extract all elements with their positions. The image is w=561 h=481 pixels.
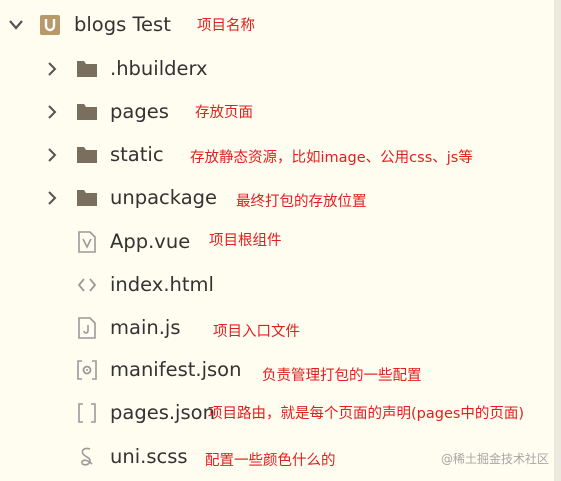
chevron-right-icon[interactable]	[46, 190, 58, 206]
project-name: blogs Test	[74, 13, 171, 36]
tree-item-label: pages.json	[110, 401, 215, 424]
chevron-right-icon[interactable]	[46, 61, 58, 77]
chevron-right-icon[interactable]	[46, 147, 58, 163]
tree-item-label: uni.scss	[110, 445, 188, 468]
js-file-icon	[78, 317, 96, 339]
tree-item-label: manifest.json	[110, 358, 242, 381]
chevron-right-icon[interactable]	[46, 104, 58, 120]
annotation-note: 负责管理打包的一些配置	[262, 368, 422, 384]
tree-item-static[interactable]: static 存放静态资源，比如image、公用css、js等	[0, 135, 554, 175]
tree-item-label: App.vue	[110, 230, 191, 253]
tree-item-label: .hbuilderx	[110, 57, 208, 80]
annotation-note: 项目入口文件	[213, 324, 300, 340]
chevron-down-icon[interactable]	[8, 19, 24, 31]
json-file-icon	[78, 403, 96, 423]
vue-file-icon	[78, 231, 96, 253]
folder-icon	[77, 61, 97, 77]
uni-app-project-icon	[40, 15, 60, 35]
project-name-annotation: 项目名称	[197, 18, 255, 34]
project-root-row[interactable]: blogs Test 项目名称	[0, 6, 554, 46]
manifest-file-icon	[77, 360, 97, 380]
watermark: @稀土掘金技术社区	[440, 452, 549, 466]
tree-item-label: main.js	[110, 316, 181, 339]
tree-item-unpackage[interactable]: unpackage 最终打包的存放位置	[0, 178, 554, 218]
editor-panel-edge	[554, 0, 561, 481]
tree-item-pages-json[interactable]: pages.json 项目路由，就是每个页面的声明(pages中的页面)	[0, 393, 554, 433]
folder-icon	[77, 104, 97, 120]
tree-item-label: index.html	[110, 273, 214, 296]
tree-item-pages[interactable]: pages 存放页面	[0, 92, 554, 132]
tree-item-label: unpackage	[110, 186, 218, 209]
tree-item-hbuilderx[interactable]: .hbuilderx	[0, 49, 554, 89]
annotation-note: 存放静态资源，比如image、公用css、js等	[190, 150, 473, 166]
annotation-note: 项目根组件	[209, 233, 282, 249]
tree-item-main-js[interactable]: main.js 项目入口文件	[0, 308, 554, 348]
tree-item-label: static	[110, 143, 164, 166]
annotation-note: 配置一些颜色什么的	[205, 453, 336, 469]
folder-icon	[77, 190, 97, 206]
html-file-icon	[77, 278, 97, 292]
scss-file-icon	[81, 447, 93, 466]
tree-item-label: pages	[110, 100, 169, 123]
tree-item-app-vue[interactable]: App.vue 项目根组件	[0, 222, 554, 262]
annotation-note: 最终打包的存放位置	[236, 194, 367, 210]
annotation-note: 存放页面	[195, 105, 253, 121]
folder-icon	[77, 147, 97, 163]
tree-item-manifest-json[interactable]: manifest.json 负责管理打包的一些配置	[0, 350, 554, 390]
annotation-note: 项目路由，就是每个页面的声明(pages中的页面)	[208, 406, 525, 422]
tree-item-index-html[interactable]: index.html	[0, 265, 554, 305]
